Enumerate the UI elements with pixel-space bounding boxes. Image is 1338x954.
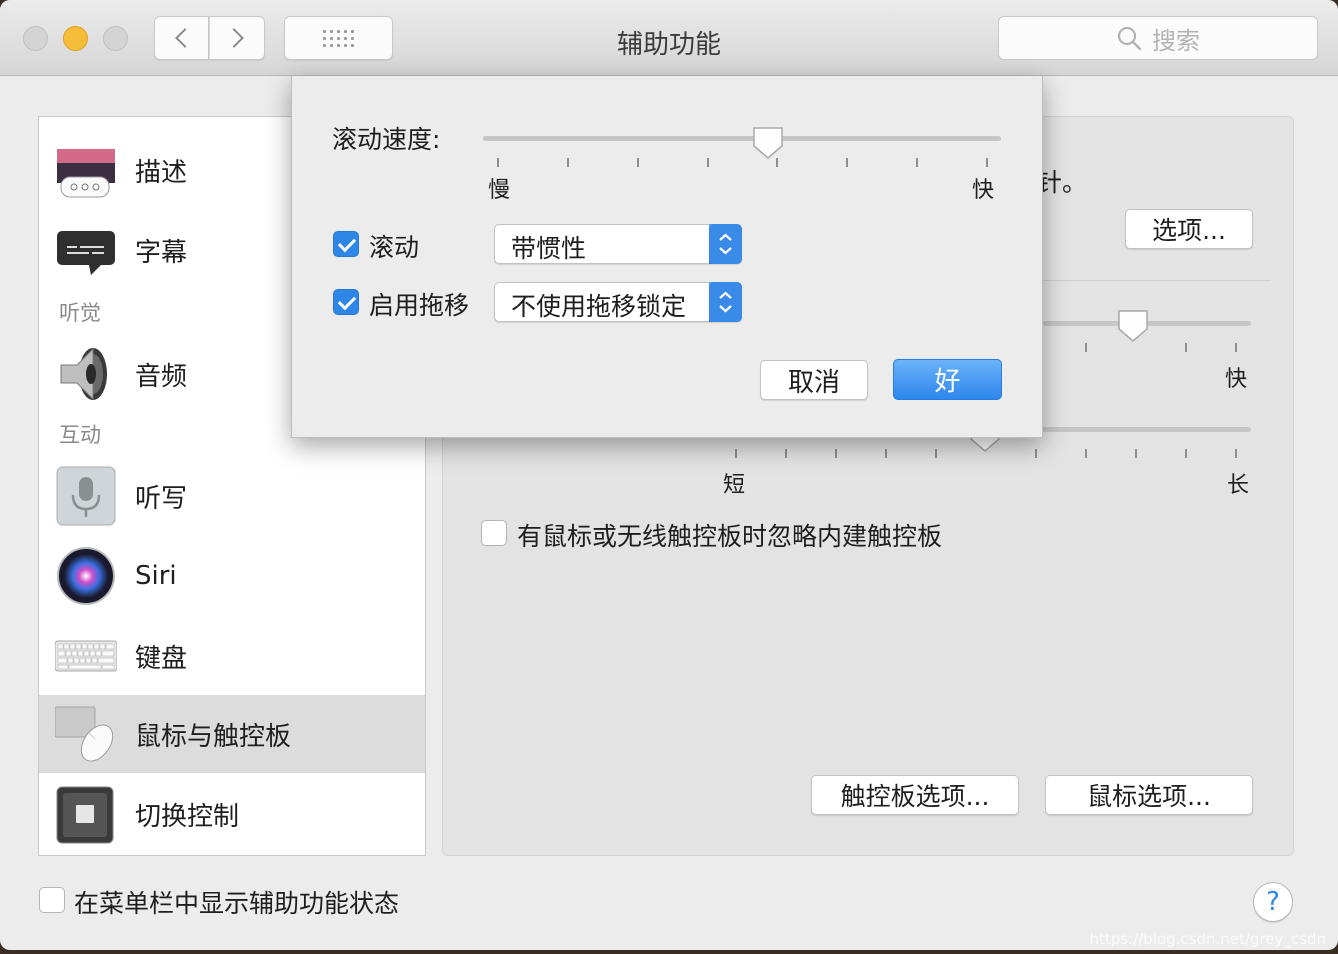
keyboard-icon [55,640,117,672]
show-status-in-menu-bar-checkbox[interactable] [39,887,65,913]
sidebar-item-label: 字幕 [135,237,188,268]
double-click-fast-label: 快 [1225,367,1248,392]
speaker-icon [60,347,107,401]
scrolling-label: 滚动 [369,233,420,262]
section-header-hearing: 听觉 [59,301,101,325]
scroll-speed-knob[interactable] [752,126,784,160]
search-field[interactable]: 搜索 [998,16,1318,60]
sidebar-item-mouse-trackpad[interactable]: 鼠标与触控板 [39,695,425,773]
switch-control-icon [56,786,114,844]
dragging-mode-select[interactable]: 不使用拖移锁定 [494,282,742,322]
section-header-interaction: 互动 [59,423,101,447]
pointer-description-text: 针。 [1037,168,1088,197]
sidebar-item-switch-control[interactable]: 切换控制 [39,775,425,853]
watermark-text: https://blog.csdn.net/grey_csdn [1089,930,1326,948]
trackpad-options-sheet: 滚动速度: 慢 快 滚动 带惯性 启用拖移 不使用拖移锁定 取消 好 [291,76,1043,438]
system-preferences-window: 辅助功能 搜索 描述 字幕 听觉 音频 互动 听写 Siri 键盘 鼠标与触控板… [0,0,1338,950]
sidebar-item-label: 描述 [135,157,188,188]
help-button[interactable]: ? [1253,882,1293,922]
sidebar-item-dictation[interactable]: 听写 [39,457,425,535]
mouse-trackpad-icon [55,706,114,762]
ignore-builtin-trackpad-label: 有鼠标或无线触控板时忽略内建触控板 [517,522,943,551]
sidebar-item-siri[interactable]: Siri [39,537,425,615]
stepper-arrows-icon [709,224,742,264]
scrolling-checkbox[interactable] [333,231,359,257]
descriptions-icon [57,149,115,198]
enable-dragging-label: 启用拖移 [369,291,470,320]
enable-dragging-checkbox[interactable] [333,289,359,315]
search-placeholder: 搜索 [1152,26,1200,55]
divider [1043,280,1271,281]
scroll-fast-label: 快 [972,178,995,203]
scroll-speed-label: 滚动速度: [332,125,441,154]
captions-icon [57,231,115,275]
scroll-speed-slider[interactable] [483,136,1001,141]
show-status-in-menu-bar-label: 在菜单栏中显示辅助功能状态 [74,889,400,918]
cancel-button[interactable]: 取消 [760,360,868,400]
search-icon [1117,26,1142,51]
title-bar: 辅助功能 搜索 [0,0,1338,76]
mouse-options-button[interactable]: 鼠标选项... [1045,775,1253,815]
trackpad-options-button[interactable]: 触控板选项... [811,775,1019,815]
ignore-builtin-trackpad-checkbox[interactable] [481,520,507,546]
sidebar-item-label: 音频 [135,361,188,392]
sidebar-item-label: 切换控制 [135,801,240,832]
sidebar-item-keyboard[interactable]: 键盘 [39,617,425,695]
sidebar-item-label: 键盘 [135,643,188,674]
sidebar-item-label: Siri [135,561,177,591]
siri-icon [57,547,115,605]
spring-long-label: 长 [1227,473,1250,498]
scrolling-mode-select[interactable]: 带惯性 [494,224,742,264]
sidebar-item-label: 听写 [135,483,188,514]
stepper-arrows-icon [709,282,742,322]
microphone-icon [56,466,116,526]
double-click-speed-knob[interactable] [1117,309,1149,343]
sidebar-item-label: 鼠标与触控板 [135,721,292,752]
scroll-slow-label: 慢 [488,178,511,203]
spring-short-label: 短 [723,473,746,498]
options-button[interactable]: 选项... [1125,209,1253,249]
scrolling-mode-value: 带惯性 [511,234,587,263]
dragging-mode-value: 不使用拖移锁定 [511,292,687,321]
ok-button[interactable]: 好 [893,359,1002,400]
